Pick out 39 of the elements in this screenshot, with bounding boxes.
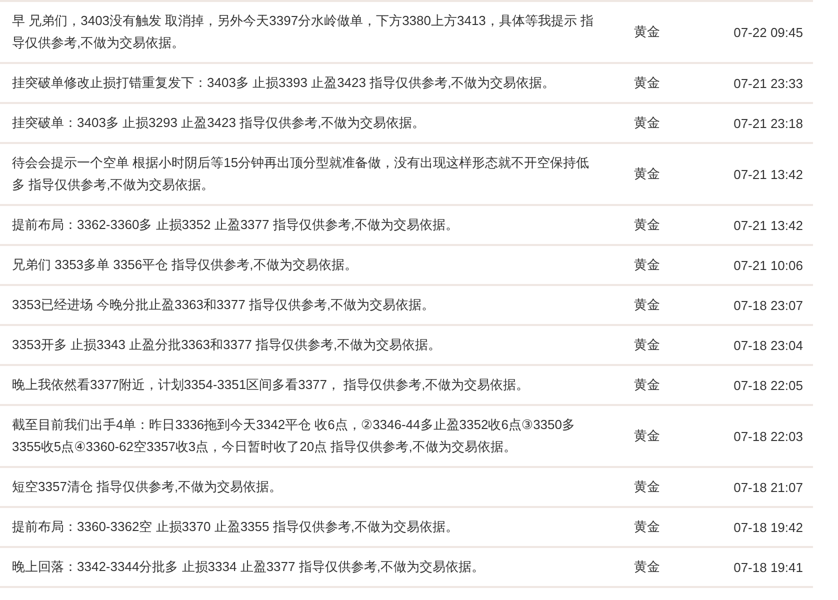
category-text: 黄金 <box>633 376 661 394</box>
category-text: 黄金 <box>633 74 661 92</box>
message-text: 晚上我依然看3377附近，计划3354-3351区间多看3377， 指导仅供参考,不做为交易依据。 <box>11 376 530 394</box>
time-text: 07-21 23:18 <box>732 116 804 130</box>
message-text: 早 兄弟们，3403没有触发 取消掉，另外今天3397分水岭做单，下方3380上方3413，具体等我提示 指导仅供参考,不做为交易依据。 <box>11 12 595 52</box>
category-text: 黄金 <box>633 296 661 314</box>
message-text: 晚上回落：3342-3344分批多 止损3334 止盈3377 指导仅供参考,不做为交易依据。 <box>11 558 486 576</box>
time-text: 07-18 23:07 <box>732 298 804 312</box>
time-text: 07-18 22:05 <box>732 378 804 392</box>
category-text: 黄金 <box>633 256 661 274</box>
message-text: 3353开多 止损3343 止盈分批3363和3377 指导仅供参考,不做为交易依据。 <box>11 336 442 354</box>
category-text: 黄金 <box>633 216 661 234</box>
message-text: 挂突破单：3403多 止损3293 止盈3423 指导仅供参考,不做为交易依据。 <box>11 114 426 132</box>
message-text: 挂突破单修改止损打错重复发下：3403多 止损3393 止盈3423 指导仅供参考,不做为交易依据。 <box>11 74 556 92</box>
category-text: 黄金 <box>633 114 661 132</box>
message-text: 截至目前我们出手4单：昨日3336拖到今天3342平仓 收6点，②3346-44多止盈3352收6点③3350多3355收5点④3360-62空3357收3点，今日暂时收了20点 指导仅供参考,不做为交易依据。 <box>11 416 576 456</box>
category-text: 黄金 <box>633 336 661 354</box>
time-text: 07-18 21:07 <box>732 480 804 494</box>
category-text: 黄金 <box>633 558 661 576</box>
time-text: 07-18 19:42 <box>732 520 804 534</box>
category-text: 黄金 <box>633 478 661 496</box>
category-text: 黄金 <box>633 165 661 183</box>
time-text: 07-21 13:42 <box>732 218 804 232</box>
time-text: 07-21 10:06 <box>732 258 804 272</box>
message-text: 兄弟们 3353多单 3356平仓 指导仅供参考,不做为交易依据。 <box>11 256 358 274</box>
message-text: 提前布局：3360-3362空 止损3370 止盈3355 指导仅供参考,不做为交易依据。 <box>11 518 460 536</box>
message-text: 待会会提示一个空单 根据小时阴后等15分钟再出顶分型就准备做，没有出现这样形态就不开空保持低多 指导仅供参考,不做为交易依据。 <box>11 154 590 194</box>
message-text: 短空3357清仓 指导仅供参考,不做为交易依据。 <box>11 478 284 496</box>
time-text: 07-18 23:04 <box>732 338 804 352</box>
category-text: 黄金 <box>633 23 661 41</box>
category-text: 黄金 <box>633 427 661 445</box>
time-text: 07-18 22:03 <box>732 428 804 444</box>
time-text: 07-21 13:42 <box>732 166 804 182</box>
time-text: 07-21 23:33 <box>732 76 804 90</box>
message-text: 提前布局：3362-3360多 止损3352 止盈3377 指导仅供参考,不做为交易依据。 <box>11 216 460 234</box>
category-text: 黄金 <box>633 518 661 536</box>
message-text: 3353已经进场 今晚分批止盈3363和3377 指导仅供参考,不做为交易依据。 <box>11 296 436 314</box>
time-text: 07-22 09:45 <box>732 24 804 40</box>
time-text: 07-18 19:41 <box>732 560 804 574</box>
